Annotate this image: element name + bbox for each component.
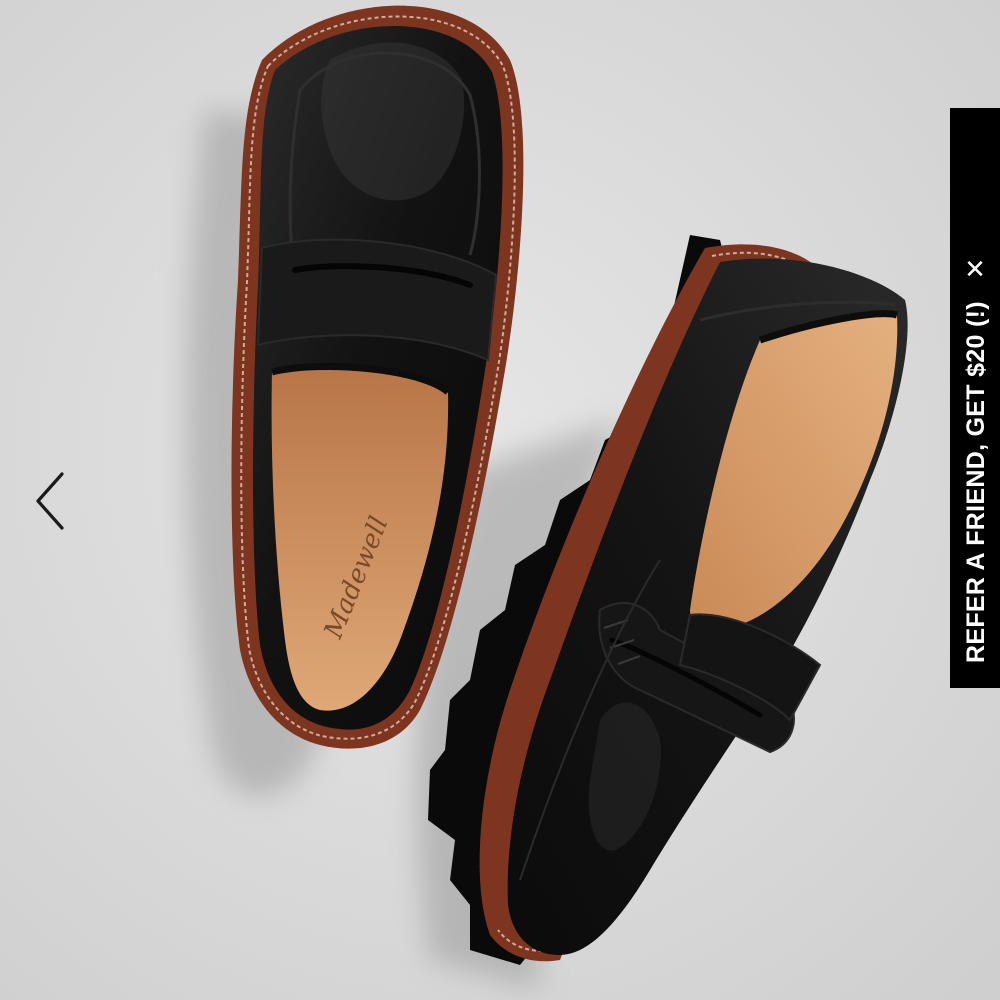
close-icon[interactable]: ✕ bbox=[950, 248, 1000, 292]
product-image: Madewell bbox=[0, 0, 1000, 1000]
refer-friend-promo-tab[interactable]: ✕ REFER A FRIEND, GET $20 (!) bbox=[950, 108, 1000, 688]
chevron-left-icon bbox=[36, 472, 64, 530]
promo-label[interactable]: REFER A FRIEND, GET $20 (!) bbox=[962, 301, 991, 663]
carousel-prev-button[interactable] bbox=[28, 468, 72, 534]
